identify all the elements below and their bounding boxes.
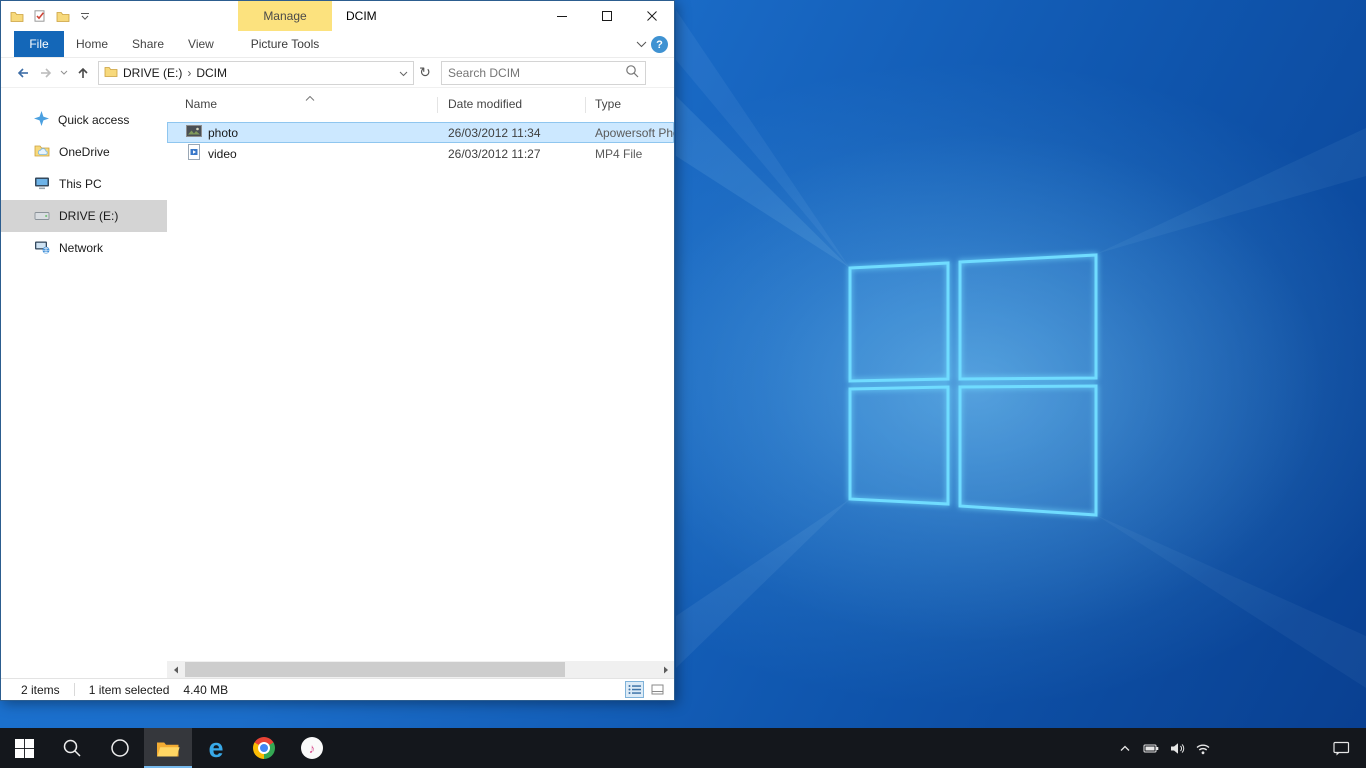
expand-ribbon-chevron-icon[interactable]: [636, 31, 647, 57]
qat-new-folder-icon[interactable]: [56, 10, 70, 22]
taskbar-search-icon[interactable]: [48, 728, 96, 768]
sidebar-item-label: Network: [59, 241, 103, 255]
window-controls: [539, 1, 674, 31]
search-input[interactable]: [448, 66, 625, 80]
file-rows: photo 26/03/2012 11:34 Apowersoft Pho vi…: [167, 122, 674, 164]
close-button[interactable]: [629, 1, 674, 31]
scroll-right-arrow-icon[interactable]: [657, 661, 674, 678]
network-icon: [34, 240, 50, 257]
window-title: DCIM: [346, 1, 377, 31]
minimize-button[interactable]: [539, 1, 584, 31]
file-name: video: [208, 147, 237, 161]
search-icon[interactable]: [625, 64, 639, 81]
file-name: photo: [208, 126, 238, 140]
this-pc-icon: [34, 176, 50, 193]
status-item-count: 2 items: [21, 683, 60, 697]
quick-access-star-icon: [34, 111, 49, 129]
sidebar-item-network[interactable]: Network: [1, 232, 167, 264]
taskbar: e ♪: [0, 728, 1366, 768]
file-type: MP4 File: [586, 147, 674, 161]
tab-file[interactable]: File: [14, 31, 64, 57]
scrollbar-thumb[interactable]: [185, 662, 565, 677]
volume-icon[interactable]: [1164, 728, 1190, 768]
file-date: 26/03/2012 11:34: [438, 126, 586, 140]
file-row-video[interactable]: video 26/03/2012 11:27 MP4 File: [167, 143, 674, 164]
sidebar-item-label: This PC: [59, 177, 102, 191]
file-type: Apowersoft Pho: [586, 126, 674, 140]
tab-home[interactable]: Home: [64, 31, 120, 57]
drive-icon: [34, 208, 50, 225]
scroll-left-arrow-icon[interactable]: [167, 661, 184, 678]
sidebar-item-this-pc[interactable]: This PC: [1, 168, 167, 200]
search-box: [441, 61, 646, 85]
ribbon-contextual-group-manage[interactable]: Manage: [238, 1, 332, 31]
back-button[interactable]: [11, 61, 34, 85]
up-button[interactable]: [71, 61, 94, 85]
taskbar-file-explorer-icon[interactable]: [144, 728, 192, 768]
sidebar-item-label: OneDrive: [59, 145, 110, 159]
video-file-icon: [186, 144, 202, 163]
start-button[interactable]: [0, 728, 48, 768]
sidebar-item-quick-access[interactable]: Quick access: [1, 104, 167, 136]
onedrive-icon: [34, 144, 50, 160]
ribbon-tabs: File Home Share View Picture Tools ?: [1, 31, 674, 58]
taskbar-chrome-icon[interactable]: [240, 728, 288, 768]
navigation-pane: Quick access OneDrive This PC: [1, 88, 167, 678]
tab-picture-tools[interactable]: Picture Tools: [238, 31, 332, 57]
navigation-toolbar: DRIVE (E:) › DCIM ↻: [1, 58, 674, 88]
recent-locations-chevron-icon[interactable]: [57, 61, 71, 85]
status-bar: 2 items 1 item selected 4.40 MB: [1, 678, 674, 700]
sidebar-item-label: DRIVE (E:): [59, 209, 118, 223]
column-header-name[interactable]: Name: [167, 88, 438, 118]
action-center-icon[interactable]: [1324, 728, 1358, 768]
horizontal-scrollbar[interactable]: [167, 661, 674, 678]
taskbar-itunes-icon[interactable]: ♪: [288, 728, 336, 768]
qat-properties-icon[interactable]: [34, 10, 46, 22]
thumbnails-view-button[interactable]: [648, 681, 667, 698]
address-bar[interactable]: DRIVE (E:) › DCIM: [98, 61, 414, 85]
breadcrumb-separator-icon[interactable]: ›: [187, 66, 191, 80]
details-view-button[interactable]: [625, 681, 644, 698]
address-folder-icon: [104, 65, 118, 80]
file-list-panel: Name Date modified Type photo 26/03/2012…: [167, 88, 674, 678]
forward-button[interactable]: [34, 61, 57, 85]
address-dropdown-chevron-icon[interactable]: [399, 66, 408, 80]
column-header-type[interactable]: Type: [586, 88, 674, 118]
explorer-content: Quick access OneDrive This PC: [1, 88, 674, 678]
tray-spacer: [1216, 728, 1324, 768]
column-header-date-modified[interactable]: Date modified: [438, 88, 586, 118]
help-icon[interactable]: ?: [651, 36, 668, 53]
status-selection: 1 item selected: [89, 683, 170, 697]
qat-customize-icon[interactable]: [80, 12, 90, 21]
desktop: Manage DCIM File Home Share View Picture…: [0, 0, 1366, 768]
sidebar-item-drive-e[interactable]: DRIVE (E:): [1, 200, 167, 232]
network-wifi-icon[interactable]: [1190, 728, 1216, 768]
cortana-icon[interactable]: [96, 728, 144, 768]
refresh-button[interactable]: ↻: [414, 61, 436, 85]
photo-file-icon: [186, 123, 202, 142]
breadcrumb-segment-dcim[interactable]: DCIM: [196, 66, 227, 80]
status-selection-size: 4.40 MB: [183, 683, 228, 697]
tab-share[interactable]: Share: [120, 31, 176, 57]
file-date: 26/03/2012 11:27: [438, 147, 586, 161]
system-tray: [1112, 728, 1366, 768]
taskbar-edge-icon[interactable]: e: [192, 728, 240, 768]
status-separator: [74, 683, 75, 696]
qat-folder-icon[interactable]: [10, 10, 24, 22]
battery-icon[interactable]: [1138, 728, 1164, 768]
titlebar[interactable]: Manage DCIM: [1, 1, 674, 31]
column-headers: Name Date modified Type: [167, 88, 674, 118]
file-explorer-window: Manage DCIM File Home Share View Picture…: [0, 0, 675, 701]
tab-view[interactable]: View: [176, 31, 226, 57]
quick-access-toolbar: [10, 1, 90, 31]
view-buttons: [625, 681, 667, 698]
hidden-icons-chevron-icon[interactable]: [1112, 728, 1138, 768]
file-row-photo[interactable]: photo 26/03/2012 11:34 Apowersoft Pho: [167, 122, 674, 143]
maximize-button[interactable]: [584, 1, 629, 31]
sidebar-item-onedrive[interactable]: OneDrive: [1, 136, 167, 168]
sidebar-item-label: Quick access: [58, 113, 129, 127]
breadcrumb-segment-drive[interactable]: DRIVE (E:): [123, 66, 182, 80]
